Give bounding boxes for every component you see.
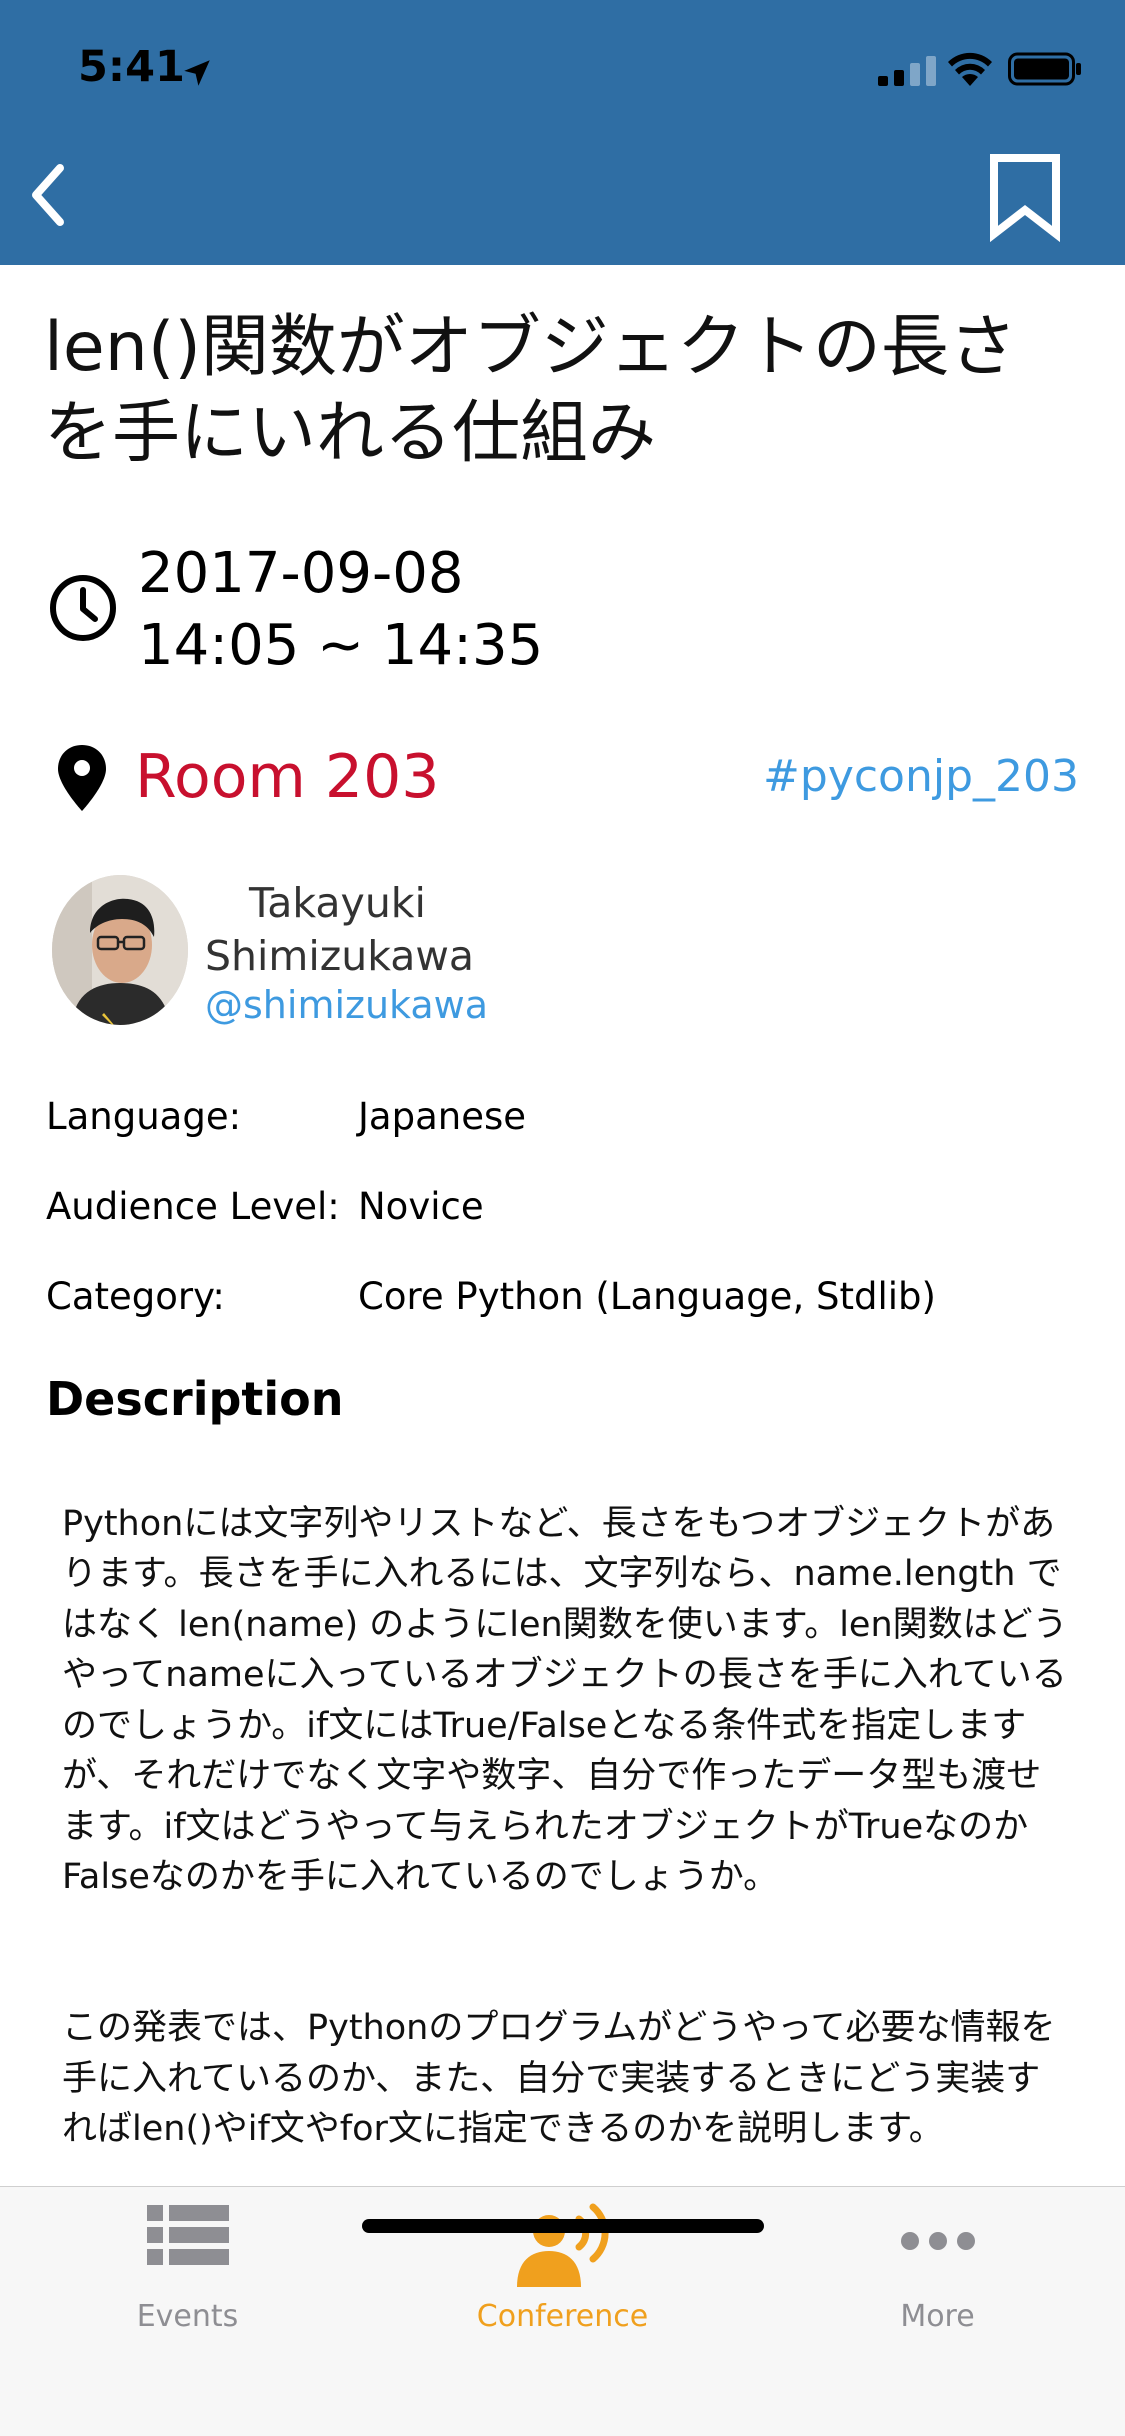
- speaker-avatar[interactable]: [52, 875, 188, 1025]
- session-time-range: 14:05 ~ 14:35: [138, 613, 544, 678]
- tab-more[interactable]: More: [750, 2187, 1125, 2362]
- tab-events[interactable]: Events: [0, 2187, 375, 2362]
- more-icon: [900, 2232, 975, 2250]
- session-detail: len()関数がオブジェクトの長さを手にいれる仕組み 2017-09-08 14…: [0, 265, 1125, 2186]
- speaker-handle-link[interactable]: @shimizukawa: [205, 980, 488, 1030]
- status-time: 5:41: [78, 42, 185, 92]
- description-paragraph: Pythonには文字列やリストなど、長さをもつオブジェクトがあります。長さを手に…: [62, 1503, 1068, 1898]
- speaker-name: Takayuki Shimizukawa: [205, 879, 475, 980]
- detail-label: Audience Level:: [46, 1185, 340, 1228]
- detail-label: Language:: [46, 1095, 242, 1138]
- description-heading: Description: [46, 1372, 344, 1426]
- wifi-icon: [948, 52, 992, 86]
- description-paragraph: この発表では、Pythonのプログラムがどうやって必要な情報を手に入れているのか…: [62, 2008, 1056, 2149]
- tab-conference[interactable]: Conference: [375, 2187, 750, 2362]
- tab-label: More: [900, 2299, 975, 2334]
- list-icon: [146, 2205, 229, 2265]
- navigation-header: 5:41: [0, 0, 1125, 265]
- room-name: Room 203: [135, 742, 440, 812]
- speaker-photo: [52, 875, 188, 1025]
- speaker-icon: [516, 2203, 609, 2287]
- battery-icon: [1008, 52, 1081, 86]
- cellular-signal-icon: [878, 56, 936, 86]
- session-date: 2017-09-08: [138, 541, 464, 606]
- back-button[interactable]: [14, 150, 84, 240]
- session-title: len()関数がオブジェクトの長さを手にいれる仕組み: [44, 308, 1017, 473]
- detail-value: Core Python (Language, Stdlib): [358, 1275, 936, 1318]
- clock-icon: [50, 575, 116, 641]
- description-text: Pythonには文字列やリストなど、長さをもつオブジェクトがあります。長さを手に…: [62, 1448, 1072, 2186]
- detail-label: Category:: [46, 1275, 225, 1318]
- tab-label: Conference: [476, 2299, 649, 2334]
- hashtag-link[interactable]: #pyconjp_203: [763, 749, 1079, 805]
- location-arrow-icon: [184, 60, 210, 86]
- detail-value: Novice: [358, 1185, 484, 1228]
- detail-value: Japanese: [358, 1095, 526, 1138]
- tab-label: Events: [136, 2299, 239, 2334]
- bookmark-button[interactable]: [980, 150, 1070, 246]
- session-datetime: 2017-09-08 14:05 ~ 14:35: [138, 538, 543, 682]
- home-indicator[interactable]: [362, 2219, 764, 2233]
- location-pin-icon: [58, 745, 106, 811]
